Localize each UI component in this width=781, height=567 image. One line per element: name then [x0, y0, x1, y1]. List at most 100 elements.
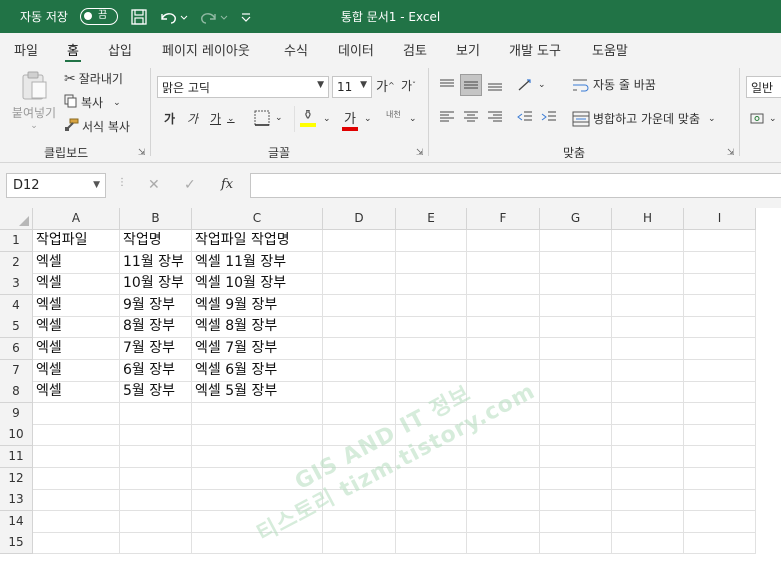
- cell-d1[interactable]: [323, 230, 396, 252]
- column-header-a[interactable]: A: [33, 208, 120, 230]
- cell-d9[interactable]: [323, 402, 396, 425]
- cell-g7[interactable]: [540, 359, 612, 382]
- cell-g6[interactable]: [540, 338, 612, 360]
- cell-b9[interactable]: [120, 402, 192, 425]
- cell-g4[interactable]: [540, 294, 612, 317]
- tab-review[interactable]: 검토: [403, 40, 427, 59]
- tab-insert[interactable]: 삽입: [108, 40, 132, 59]
- cell-e3[interactable]: [396, 273, 467, 296]
- font-color-button[interactable]: 가: [342, 108, 358, 131]
- cell-a3[interactable]: 엑셀: [33, 273, 120, 296]
- cell-h12[interactable]: [612, 467, 684, 490]
- align-left-button[interactable]: [439, 110, 455, 124]
- phonetic-button[interactable]: 내천: [386, 110, 401, 119]
- cell-e5[interactable]: [396, 316, 467, 339]
- cell-i7[interactable]: [684, 359, 756, 382]
- cell-g2[interactable]: [540, 251, 612, 274]
- cell-h6[interactable]: [612, 338, 684, 360]
- cell-h10[interactable]: [612, 424, 684, 447]
- tab-help[interactable]: 도움말: [592, 40, 628, 59]
- row-header-12[interactable]: 12: [0, 467, 33, 490]
- row-header-2[interactable]: 2: [0, 251, 33, 274]
- column-header-f[interactable]: F: [467, 208, 540, 230]
- cell-f7[interactable]: [467, 359, 540, 382]
- cell-h9[interactable]: [612, 402, 684, 425]
- cell-e12[interactable]: [396, 467, 467, 490]
- cell-f6[interactable]: [467, 338, 540, 360]
- cell-c14[interactable]: [192, 510, 323, 533]
- cell-h11[interactable]: [612, 446, 684, 468]
- cell-h15[interactable]: [612, 532, 684, 555]
- cell-a4[interactable]: 엑셀: [33, 294, 120, 317]
- cell-d6[interactable]: [323, 338, 396, 360]
- cell-c6[interactable]: 엑셀 7월 장부: [192, 338, 323, 360]
- cell-i12[interactable]: [684, 467, 756, 490]
- cell-g12[interactable]: [540, 467, 612, 490]
- cell-d15[interactable]: [323, 532, 396, 555]
- underline-button[interactable]: 가 ⌄: [210, 110, 235, 127]
- formula-input[interactable]: [250, 173, 781, 198]
- bold-button[interactable]: 가: [164, 110, 175, 127]
- row-header-11[interactable]: 11: [0, 446, 33, 468]
- row-header-8[interactable]: 8: [0, 381, 33, 404]
- column-header-h[interactable]: H: [612, 208, 684, 230]
- cell-a6[interactable]: 엑셀: [33, 338, 120, 360]
- cut-button[interactable]: ✂ 잘라내기: [64, 70, 123, 87]
- cell-e8[interactable]: [396, 381, 467, 404]
- borders-button[interactable]: ⌄: [254, 110, 283, 126]
- cell-h2[interactable]: [612, 251, 684, 274]
- cell-f9[interactable]: [467, 402, 540, 425]
- cell-c3[interactable]: 엑셀 10월 장부: [192, 273, 323, 296]
- cell-c13[interactable]: [192, 489, 323, 512]
- cell-g11[interactable]: [540, 446, 612, 468]
- column-header-d[interactable]: D: [323, 208, 396, 230]
- cell-c8[interactable]: 엑셀 5월 장부: [192, 381, 323, 404]
- column-header-e[interactable]: E: [396, 208, 467, 230]
- cell-h13[interactable]: [612, 489, 684, 512]
- cell-d3[interactable]: [323, 273, 396, 296]
- cell-i5[interactable]: [684, 316, 756, 339]
- cell-a5[interactable]: 엑셀: [33, 316, 120, 339]
- name-box[interactable]: D12 ▼: [6, 173, 106, 198]
- copy-button[interactable]: 복사 ⌄: [64, 94, 121, 111]
- cell-f1[interactable]: [467, 230, 540, 252]
- align-right-button[interactable]: [487, 110, 503, 124]
- cell-f8[interactable]: [467, 381, 540, 404]
- cell-e6[interactable]: [396, 338, 467, 360]
- cell-e4[interactable]: [396, 294, 467, 317]
- cell-g10[interactable]: [540, 424, 612, 447]
- cell-d13[interactable]: [323, 489, 396, 512]
- cell-i11[interactable]: [684, 446, 756, 468]
- row-header-4[interactable]: 4: [0, 294, 33, 317]
- cell-c4[interactable]: 엑셀 9월 장부: [192, 294, 323, 317]
- row-header-14[interactable]: 14: [0, 510, 33, 533]
- cell-d10[interactable]: [323, 424, 396, 447]
- cell-b13[interactable]: [120, 489, 192, 512]
- row-header-1[interactable]: 1: [0, 230, 33, 252]
- cell-e15[interactable]: [396, 532, 467, 555]
- fill-color-button[interactable]: ⚱: [300, 108, 316, 127]
- cell-e1[interactable]: [396, 230, 467, 252]
- cell-i4[interactable]: [684, 294, 756, 317]
- cell-d2[interactable]: [323, 251, 396, 274]
- cell-g3[interactable]: [540, 273, 612, 296]
- increase-indent-button[interactable]: [541, 110, 557, 124]
- cell-i14[interactable]: [684, 510, 756, 533]
- tab-view[interactable]: 보기: [456, 40, 480, 59]
- cell-f14[interactable]: [467, 510, 540, 533]
- tab-file[interactable]: 파일: [14, 40, 38, 59]
- cell-h1[interactable]: [612, 230, 684, 252]
- cell-b10[interactable]: [120, 424, 192, 447]
- accounting-format-button[interactable]: ⌄: [750, 112, 777, 126]
- cell-f13[interactable]: [467, 489, 540, 512]
- cell-c2[interactable]: 엑셀 11월 장부: [192, 251, 323, 274]
- align-bottom-button[interactable]: [487, 78, 503, 92]
- cell-e2[interactable]: [396, 251, 467, 274]
- shrink-font-button[interactable]: 가ˇ: [401, 77, 416, 94]
- tab-data[interactable]: 데이터: [338, 40, 374, 59]
- cell-f11[interactable]: [467, 446, 540, 468]
- cell-g14[interactable]: [540, 510, 612, 533]
- row-header-5[interactable]: 5: [0, 316, 33, 339]
- cell-i8[interactable]: [684, 381, 756, 404]
- decrease-indent-button[interactable]: [517, 110, 533, 124]
